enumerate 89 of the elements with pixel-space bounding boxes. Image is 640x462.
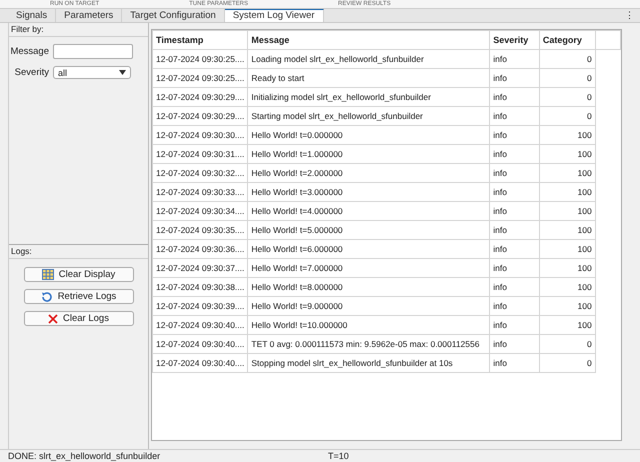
table-cell: info xyxy=(490,258,540,278)
table-cell: 12-07-2024 09:30:25.... xyxy=(152,50,248,68)
table-cell: 0 xyxy=(539,106,596,126)
table-cell: 12-07-2024 09:30:40.... xyxy=(152,316,248,334)
table-cell: Initializing model slrt_ex_helloworld_sfunbuilder xyxy=(248,88,490,106)
table-cell: 12-07-2024 09:30:29.... xyxy=(152,106,248,126)
table-cell: 12-07-2024 09:30:36.... xyxy=(152,240,248,258)
table-cell: Starting model slrt_ex_helloworld_sfunbuilder xyxy=(248,106,490,126)
table-cell: Hello World! t=0.000000 xyxy=(248,126,490,144)
table-cell: info xyxy=(490,240,540,258)
table-cell: 12-07-2024 09:30:38.... xyxy=(152,278,248,296)
table-cell: info xyxy=(490,144,540,164)
table-cell: 100 xyxy=(539,202,596,220)
table-cell: 0 xyxy=(539,68,596,88)
table-cell: 100 xyxy=(539,316,596,334)
table-cell: 12-07-2024 09:30:40.... xyxy=(152,354,248,372)
table-cell: Hello World! t=4.000000 xyxy=(248,202,490,220)
caret-icon xyxy=(119,70,126,75)
table-cell: Hello World! t=8.000000 xyxy=(248,278,490,296)
field-label: Severity xyxy=(14,67,49,78)
table-cell: Hello World! t=3.000000 xyxy=(248,182,490,202)
column-header[interactable]: Category xyxy=(539,30,596,50)
table-cell: Hello World! t=2.000000 xyxy=(248,164,490,182)
table-cell: Hello World! t=6.000000 xyxy=(248,240,490,258)
table-cell: info xyxy=(490,278,540,296)
table-cell: 0 xyxy=(539,354,596,372)
table-cell: 100 xyxy=(539,258,596,278)
table-cell: 100 xyxy=(539,164,596,182)
table-cell: info xyxy=(490,316,540,334)
table-cell: 100 xyxy=(539,296,596,316)
table-cell: info xyxy=(490,182,540,202)
log-button[interactable]: Clear Display xyxy=(24,267,134,282)
table-cell: Stopping model slrt_ex_helloworld_sfunbuilder at 10s xyxy=(248,354,490,372)
table-cell: Hello World! t=10.000000 xyxy=(248,316,490,334)
table-cell: 12-07-2024 09:30:25.... xyxy=(152,68,248,88)
table-cell: info xyxy=(490,220,540,240)
table-cell: info xyxy=(490,50,540,68)
table-cell: 12-07-2024 09:30:29.... xyxy=(152,88,248,106)
column-header[interactable]: Message xyxy=(248,30,490,50)
message-field[interactable] xyxy=(53,44,133,59)
table-cell: 12-07-2024 09:30:37.... xyxy=(152,258,248,278)
field-label: Message xyxy=(9,46,49,57)
log-button[interactable]: Clear Logs xyxy=(24,311,134,326)
table-cell: info xyxy=(490,334,540,354)
table-cell: 12-07-2024 09:30:32.... xyxy=(152,164,248,182)
tab[interactable]: System Log Viewer xyxy=(224,9,324,22)
table-cell: 100 xyxy=(539,126,596,144)
table-cell: Hello World! t=5.000000 xyxy=(248,220,490,240)
table-cell: info xyxy=(490,106,540,126)
table-cell: 12-07-2024 09:30:40.... xyxy=(152,334,248,354)
refresh-icon xyxy=(40,290,53,302)
table-cell: 12-07-2024 09:30:33.... xyxy=(152,182,248,202)
table-cell: 100 xyxy=(539,278,596,296)
table-cell: 0 xyxy=(539,88,596,106)
table-cell: 100 xyxy=(539,240,596,258)
severity-dropdown[interactable]: all xyxy=(53,66,131,79)
table-cell: Hello World! t=9.000000 xyxy=(248,296,490,316)
table-cell: 12-07-2024 09:30:30.... xyxy=(152,126,248,144)
table-cell: 12-07-2024 09:30:34.... xyxy=(152,202,248,220)
table-cell: Hello World! t=1.000000 xyxy=(248,144,490,164)
table-cell: info xyxy=(490,88,540,106)
log-button[interactable]: Retrieve Logs xyxy=(24,289,134,304)
table-cell: 12-07-2024 09:30:35.... xyxy=(152,220,248,240)
table-cell: info xyxy=(490,126,540,144)
table-cell: 0 xyxy=(539,334,596,354)
table-cell: info xyxy=(490,354,540,372)
table-cell: 12-07-2024 09:30:39.... xyxy=(152,296,248,316)
column-header[interactable]: Timestamp xyxy=(152,30,248,50)
table-cell: TET 0 avg: 0.000111573 min: 9.5962e-05 max: 0.000112556 xyxy=(248,334,490,354)
section-header: Filter by: xyxy=(9,23,148,37)
table-cell: 12-07-2024 09:30:31.... xyxy=(152,144,248,164)
section-header: Logs: xyxy=(9,245,148,259)
table-cell: 0 xyxy=(539,50,596,68)
table-cell: Hello World! t=7.000000 xyxy=(248,258,490,278)
table-cell: 100 xyxy=(539,144,596,164)
table-cell: info xyxy=(490,68,540,88)
status-message: DONE: slrt_ex_helloworld_sfunbuilder xyxy=(8,450,162,462)
grid-icon xyxy=(42,269,54,280)
more-options-icon[interactable]: ⋮ xyxy=(619,9,640,22)
table-cell: 100 xyxy=(539,220,596,240)
table-cell: Ready to start xyxy=(248,68,490,88)
table-cell: 100 xyxy=(539,182,596,202)
table-cell: Loading model slrt_ex_helloworld_sfunbuilder xyxy=(248,50,490,68)
table-cell: info xyxy=(490,202,540,220)
close-icon xyxy=(48,314,58,324)
table-cell: info xyxy=(490,296,540,316)
column-header[interactable]: Severity xyxy=(490,30,540,50)
table-cell: info xyxy=(490,164,540,182)
status-time: T=10 xyxy=(328,450,349,462)
